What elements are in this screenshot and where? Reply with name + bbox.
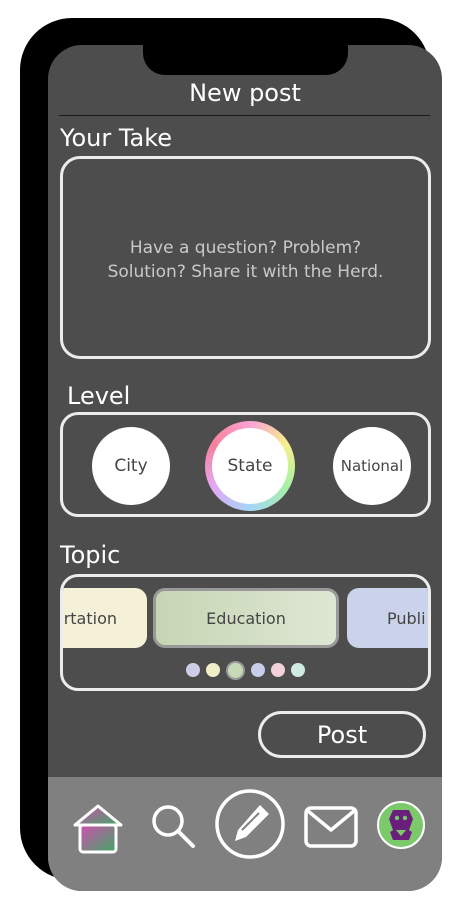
nav-profile[interactable] xyxy=(376,800,426,850)
level-label: Level xyxy=(67,382,131,410)
bottom-nav xyxy=(48,777,442,891)
placeholder-line-2: Solution? Share it with the Herd. xyxy=(107,262,384,282)
topic-label: Topic xyxy=(60,541,121,569)
take-placeholder: Have a question? Problem? Solution? Shar… xyxy=(63,236,428,284)
nav-search[interactable] xyxy=(148,802,198,852)
topic-card-transportation[interactable]: rtation xyxy=(63,588,147,648)
carousel-dot-active[interactable] xyxy=(226,661,245,680)
title-divider xyxy=(59,115,430,116)
carousel-dots xyxy=(63,661,428,680)
topic-card-public[interactable]: Publi xyxy=(347,588,428,648)
carousel-dot[interactable] xyxy=(186,663,200,677)
nav-home[interactable] xyxy=(70,801,126,857)
topic-carousel[interactable]: rtation Education Publi xyxy=(60,574,431,691)
carousel-dot[interactable] xyxy=(291,663,305,677)
level-option-state[interactable]: State xyxy=(212,428,288,504)
topic-card-label: rtation xyxy=(63,608,117,628)
app-screen: New post Your Take Have a question? Prob… xyxy=(48,45,442,891)
page-title: New post xyxy=(189,79,301,107)
your-take-label: Your Take xyxy=(60,124,173,152)
nav-compose[interactable] xyxy=(214,788,286,860)
topic-card-education[interactable]: Education xyxy=(153,588,339,648)
level-selector: City State National xyxy=(60,412,431,517)
mail-icon xyxy=(304,806,358,848)
home-icon xyxy=(73,804,123,854)
carousel-dot[interactable] xyxy=(251,663,265,677)
carousel-dot[interactable] xyxy=(206,663,220,677)
placeholder-line-1: Have a question? Problem? xyxy=(129,238,362,258)
topic-card-label: Publi xyxy=(387,608,426,628)
take-textarea[interactable]: Have a question? Problem? Solution? Shar… xyxy=(60,156,431,359)
carousel-dot[interactable] xyxy=(271,663,285,677)
search-icon xyxy=(152,805,195,848)
nav-messages[interactable] xyxy=(304,806,358,848)
post-button[interactable]: Post xyxy=(258,711,426,758)
level-option-national[interactable]: National xyxy=(333,427,411,505)
level-option-city[interactable]: City xyxy=(92,427,170,505)
phone-frame: New post Your Take Have a question? Prob… xyxy=(20,18,442,891)
level-option-state-selected-ring[interactable]: State xyxy=(205,421,295,511)
topic-card-label: Education xyxy=(206,608,286,628)
compose-icon xyxy=(215,789,285,859)
notch xyxy=(143,45,348,75)
profile-avatar xyxy=(377,801,425,849)
